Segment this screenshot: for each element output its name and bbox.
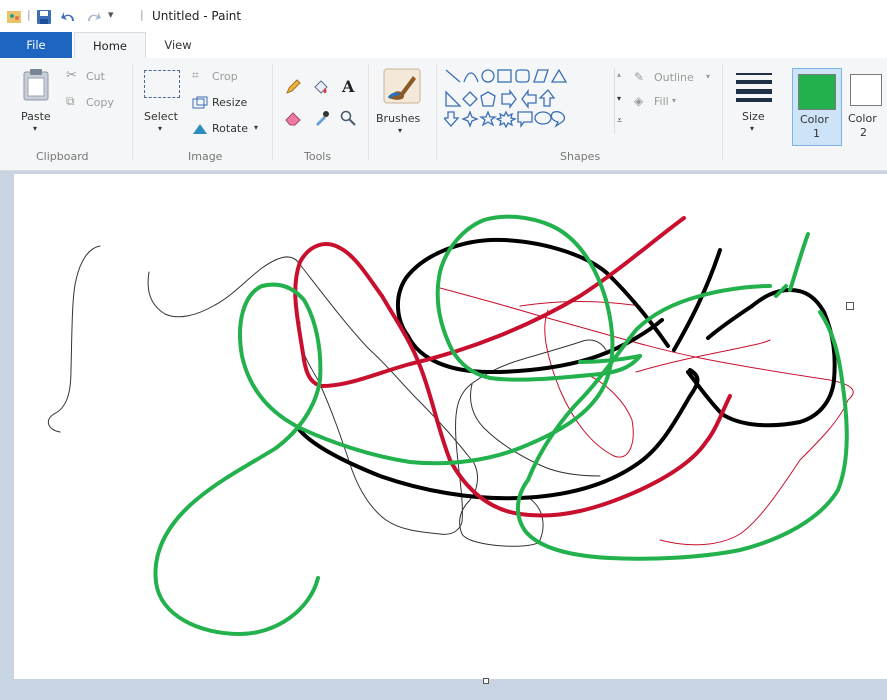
copy-icon: ⧉ — [66, 94, 75, 108]
resize-handle-bottom[interactable] — [483, 678, 489, 684]
redo-icon[interactable] — [84, 8, 102, 26]
group-divider — [132, 64, 133, 160]
tab-view[interactable]: View — [148, 32, 208, 58]
text-tool-icon[interactable]: A — [342, 77, 354, 96]
paint-app-icon[interactable] — [6, 8, 24, 26]
paste-label: Paste — [21, 110, 51, 123]
rotate-dropdown-icon: ▾ — [254, 123, 259, 132]
customize-quick-access-icon[interactable]: ▾ — [108, 8, 114, 21]
select-rectangle-icon — [144, 70, 180, 98]
stroke-green — [153, 282, 323, 636]
tools-group-label: Tools — [304, 150, 332, 163]
color2-button[interactable]: Color 2 — [842, 68, 887, 144]
shapes-scroll[interactable]: ▴ ▾ ⩡ — [614, 68, 627, 134]
resize-icon — [192, 96, 208, 109]
tab-file[interactable]: File — [0, 32, 72, 58]
expand-gallery-icon[interactable]: ⩡ — [617, 116, 622, 126]
rotate-icon — [193, 124, 207, 134]
window-title: Untitled - Paint — [152, 9, 242, 23]
color1-number: 1 — [813, 127, 820, 140]
outline-label: Outline — [654, 71, 694, 84]
select-button[interactable]: Select ▾ — [142, 66, 182, 136]
color2-swatch — [850, 74, 882, 106]
group-divider — [722, 64, 723, 160]
eraser-icon[interactable] — [284, 110, 302, 126]
size-lines-icon — [736, 73, 772, 102]
crop-button[interactable]: ⌗ Crop — [192, 68, 252, 86]
ribbon-tab-row: File Home View — [0, 32, 887, 60]
tab-home[interactable]: Home — [74, 32, 146, 60]
cut-button[interactable]: ✂ Cut — [66, 68, 122, 86]
color-picker-icon[interactable] — [314, 110, 330, 126]
outline-button[interactable]: ✎ Outline ▾ — [634, 70, 718, 88]
save-icon[interactable] — [36, 8, 52, 26]
stroke-black — [686, 288, 837, 428]
copy-label: Copy — [86, 96, 114, 109]
size-label: Size — [742, 110, 765, 123]
clipboard-group-label: Clipboard — [36, 150, 89, 163]
chevron-up-icon[interactable]: ▴ — [617, 70, 621, 79]
ribbon: Paste ▾ ✂ Cut ⧉ Copy Clipboard Select ▾ … — [0, 58, 887, 171]
brush-icon — [383, 68, 421, 104]
scissors-icon: ✂ — [66, 68, 77, 83]
resize-button[interactable]: Resize — [192, 94, 254, 112]
drawing-strokes — [47, 214, 854, 636]
crop-label: Crop — [212, 70, 238, 83]
color1-button[interactable]: Color 1 — [792, 68, 842, 146]
fill-icon: ◈ — [634, 94, 644, 108]
stroke-red — [380, 294, 732, 518]
stroke-thin-red — [519, 301, 641, 307]
title-bar: | ▾ | Untitled - Paint — [0, 0, 887, 32]
rotate-button[interactable]: Rotate ▾ — [192, 120, 264, 138]
brushes-button[interactable]: Brushes ▾ — [376, 66, 430, 138]
color1-label: Color — [800, 113, 829, 126]
select-dropdown-icon: ▾ — [158, 124, 163, 133]
undo-icon[interactable] — [60, 8, 78, 26]
title-separator: | — [27, 8, 31, 21]
stroke-thin-red — [439, 287, 854, 546]
group-divider — [436, 64, 437, 160]
stroke-green — [526, 284, 772, 482]
resize-label: Resize — [212, 96, 248, 109]
rotate-label: Rotate — [212, 122, 249, 135]
brushes-dropdown-icon: ▾ — [398, 126, 403, 135]
paste-dropdown-icon: ▾ — [33, 124, 38, 133]
group-divider — [272, 64, 273, 160]
select-label: Select — [144, 110, 178, 123]
pencil-icon[interactable] — [284, 78, 302, 96]
color2-number: 2 — [860, 126, 867, 139]
stroke-green — [788, 232, 810, 292]
shapes-gallery[interactable] — [444, 68, 612, 134]
stroke-thin-red — [544, 309, 634, 458]
crop-icon: ⌗ — [192, 68, 199, 82]
brushes-label: Brushes — [376, 112, 421, 125]
group-divider — [368, 64, 369, 160]
fill-dropdown-icon: ▾ — [672, 96, 677, 105]
shapes-group-label: Shapes — [560, 150, 601, 163]
outline-icon: ✎ — [634, 70, 645, 84]
outline-dropdown-icon: ▾ — [706, 72, 711, 81]
paste-icon — [23, 69, 49, 101]
paste-button[interactable]: Paste ▾ — [18, 66, 60, 136]
image-group-label: Image — [188, 150, 223, 163]
color1-swatch — [798, 74, 836, 110]
chevron-down-icon[interactable]: ▾ — [617, 94, 621, 103]
color2-label: Color — [848, 112, 877, 125]
stroke-green — [516, 310, 849, 561]
resize-handle-right[interactable] — [846, 302, 854, 310]
copy-button[interactable]: ⧉ Copy — [66, 94, 126, 112]
cut-label: Cut — [86, 70, 105, 83]
magnifier-icon[interactable] — [340, 110, 356, 126]
size-button[interactable]: Size ▾ — [730, 66, 780, 140]
stroke-black — [706, 304, 754, 340]
drawing-canvas[interactable] — [14, 174, 887, 679]
stroke-black — [296, 368, 700, 501]
size-dropdown-icon: ▾ — [750, 124, 755, 133]
fill-label: Fill — [654, 95, 669, 108]
fill-button[interactable]: ◈ Fill ▾ — [634, 94, 694, 112]
stroke-thin-black — [47, 245, 101, 433]
title-separator: | — [140, 8, 144, 21]
fill-bucket-icon[interactable] — [312, 78, 330, 96]
